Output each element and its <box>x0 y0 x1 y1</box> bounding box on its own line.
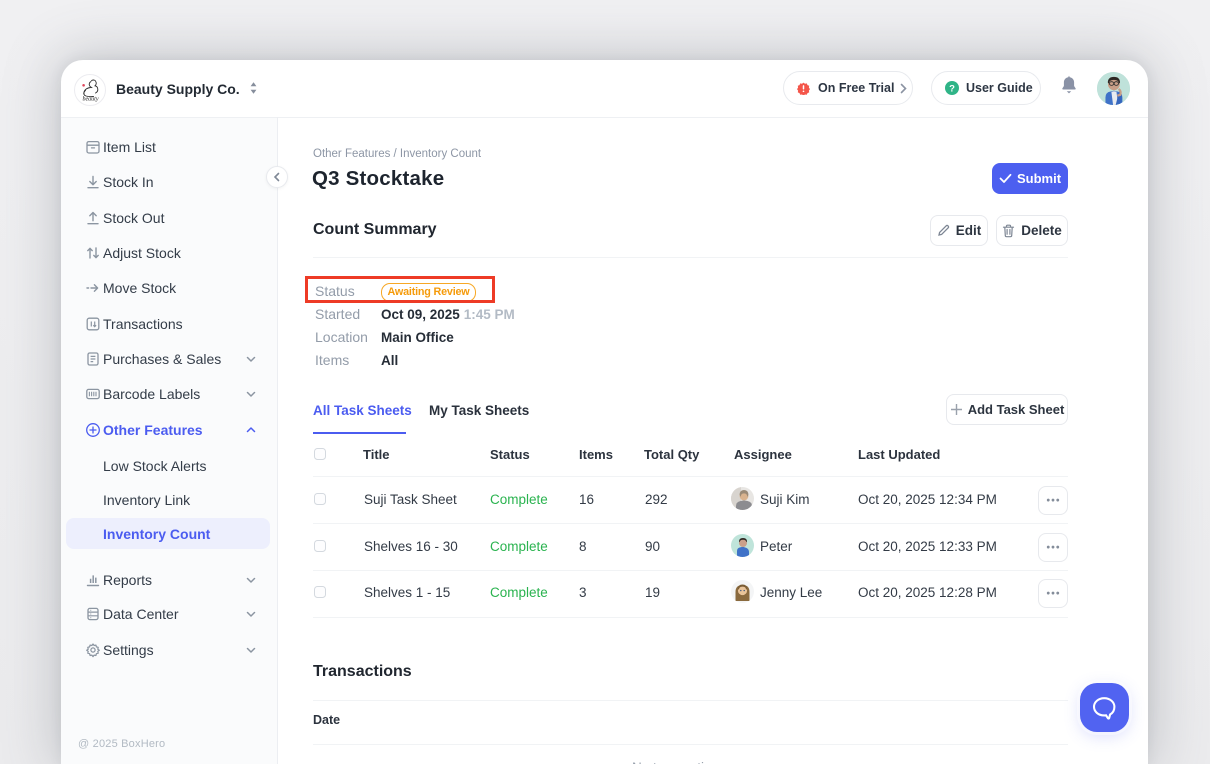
svg-text:?: ? <box>949 83 955 94</box>
svg-text:beauty: beauty <box>83 97 99 103</box>
